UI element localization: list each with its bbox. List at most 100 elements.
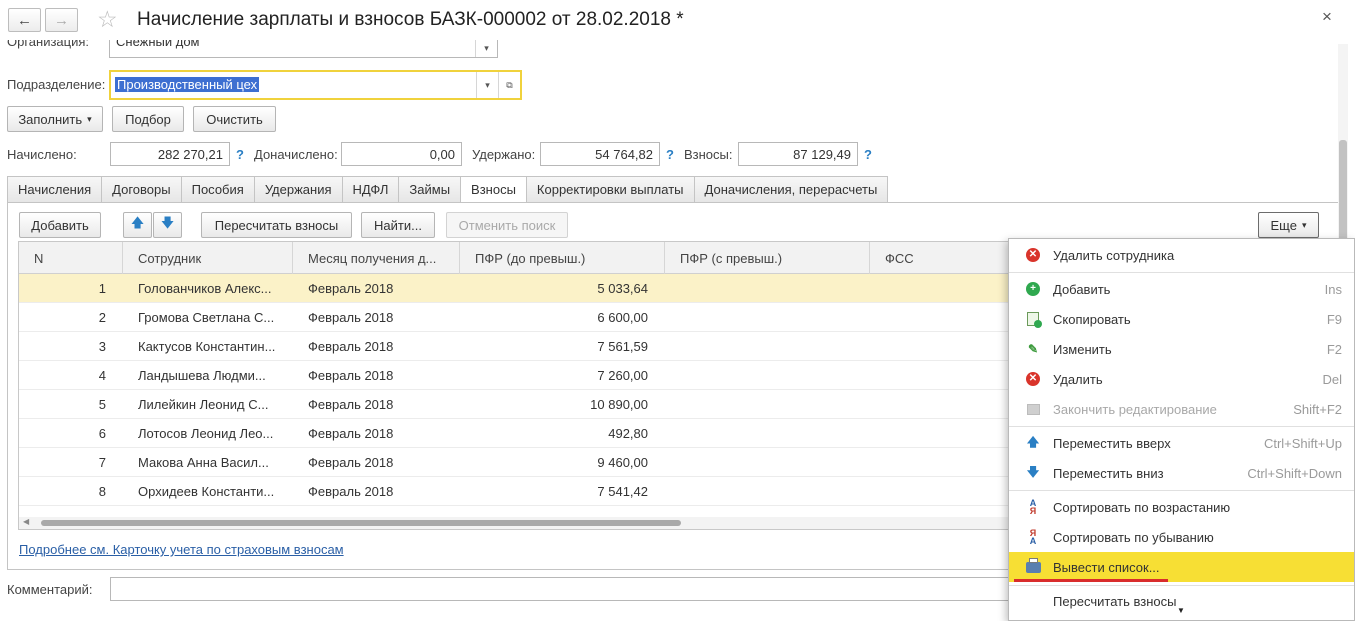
print-list-icon [1025,557,1041,575]
column-header-pfr-above[interactable]: ПФР (с превыш.) [665,242,870,274]
contributions-help-icon[interactable]: ? [864,147,872,162]
organization-field[interactable]: Снежный дом ▾ [109,40,498,58]
move-down-button[interactable]: 🡇 [153,212,182,238]
withheld-label: Удержано: [472,147,536,162]
additional-label: Доначислено: [254,147,338,162]
insurance-card-link[interactable]: Подробнее см. Карточку учета по страховы… [19,542,344,557]
window-title: Начисление зарплаты и взносов БАЗК-00000… [137,9,684,30]
sort-desc-icon: ЯА [1029,528,1037,546]
title-bar: ← → ☆ Начисление зарплаты и взносов БАЗК… [0,0,1355,40]
clear-button[interactable]: Очистить [193,106,276,132]
menu-separator [1009,490,1354,491]
horizontal-scrollbar[interactable]: ◀ [19,517,1017,529]
column-header-pfr-below[interactable]: ПФР (до превыш.) [460,242,665,274]
favorite-star-icon[interactable]: ☆ [97,6,118,33]
copy-icon [1025,311,1042,328]
horizontal-scroll-thumb[interactable] [41,520,681,526]
menu-item-add[interactable]: + Добавить Ins [1009,274,1354,304]
table-row[interactable]: 8 Орхидеев Константи... Февраль 2018 7 5… [19,477,1017,506]
table-row[interactable]: 4 Ландышева Людми... Февраль 2018 7 260,… [19,361,1017,390]
additional-field: 0,00 [341,142,462,166]
tab-contributions[interactable]: Взносы [460,176,526,203]
division-label: Подразделение: [7,77,106,92]
add-button[interactable]: Добавить [19,212,101,238]
delete-icon: ✕ [1025,371,1041,387]
division-field[interactable]: Производственный цех ▾ ⧉ [109,70,522,100]
back-arrow-icon: ← [17,11,32,29]
menu-item-sort-asc[interactable]: АЯ Сортировать по возрастанию [1009,492,1354,522]
end-edit-icon [1025,401,1041,417]
back-button[interactable]: ← [8,8,41,32]
table-row[interactable]: 7 Макова Анна Васил... Февраль 2018 9 46… [19,448,1017,477]
tab-benefits[interactable]: Пособия [180,176,254,203]
menu-item-copy[interactable]: Скопировать F9 [1009,304,1354,334]
comment-field[interactable] [110,577,1010,601]
accrued-label: Начислено: [7,147,77,162]
find-button[interactable]: Найти... [361,212,435,238]
recalc-contributions-button[interactable]: Пересчитать взносы [201,212,352,238]
menu-item-end-edit: Закончить редактирование Shift+F2 [1009,394,1354,424]
tab-recalculations[interactable]: Доначисления, перерасчеты [693,176,889,203]
sort-asc-icon: АЯ [1029,498,1037,516]
more-button[interactable]: Еще ▾ [1258,212,1319,238]
withheld-help-icon[interactable]: ? [666,147,674,162]
more-menu: ✕ Удалить сотрудника + Добавить Ins Скоп… [1008,238,1355,621]
table-row[interactable]: 6 Лотосов Леонид Лео... Февраль 2018 492… [19,419,1017,448]
menu-item-edit[interactable]: ✎ Изменить F2 [1009,334,1354,364]
menu-item-move-up[interactable]: 🡅 Переместить вверх Ctrl+Shift+Up [1009,428,1354,458]
menu-item-delete[interactable]: ✕ Удалить Del [1009,364,1354,394]
remove-employee-icon: ✕ [1025,247,1041,263]
move-down-icon: 🡇 [1026,464,1040,479]
tab-contracts[interactable]: Договоры [101,176,181,203]
table-row[interactable]: 5 Лилейкин Леонид С... Февраль 2018 10 8… [19,390,1017,419]
contributions-label: Взносы: [684,147,733,162]
division-value: Производственный цех [115,77,260,92]
move-up-icon: 🡅 [1026,434,1040,449]
menu-item-move-down[interactable]: 🡇 Переместить вниз Ctrl+Shift+Down [1009,458,1354,488]
tab-accruals[interactable]: Начисления [7,176,102,203]
accrued-help-icon[interactable]: ? [236,147,244,162]
column-header-fss[interactable]: ФСС [870,242,1017,274]
menu-scroll-down-icon[interactable]: ▼ [1177,606,1185,615]
select-button[interactable]: Подбор [112,106,184,132]
edit-icon: ✎ [1027,342,1039,356]
menu-item-sort-desc[interactable]: ЯА Сортировать по убыванию [1009,522,1354,552]
move-up-button[interactable]: 🡅 [123,212,152,238]
scroll-left-icon[interactable]: ◀ [23,517,29,526]
division-open-icon[interactable]: ⧉ [498,72,520,98]
tab-deductions[interactable]: Удержания [253,176,342,203]
fill-button[interactable]: Заполнить ▾ [7,106,103,132]
column-header-employee[interactable]: Сотрудник [123,242,293,274]
menu-item-print-list[interactable]: Вывести список... [1009,552,1354,582]
table-row[interactable]: 3 Кактусов Константин... Февраль 2018 7 … [19,332,1017,361]
arrow-up-icon: 🡅 [130,215,145,230]
organization-label: Организация: [7,40,90,49]
add-icon: + [1025,281,1041,297]
arrow-down-icon: 🡇 [160,215,175,230]
tab-loans[interactable]: Займы [398,176,461,203]
table-header: N Сотрудник Месяц получения д... ПФР (до… [19,242,1017,274]
contributions-table: N Сотрудник Месяц получения д... ПФР (до… [18,241,1018,530]
table-row[interactable]: 1 Голованчиков Алекс... Февраль 2018 5 0… [19,274,1017,303]
menu-separator [1009,426,1354,427]
chevron-down-icon: ▾ [1301,219,1307,230]
organization-dropdown-icon[interactable]: ▾ [475,40,497,57]
tab-payment-corrections[interactable]: Корректировки выплаты [525,176,694,203]
contributions-field: 87 129,49 [738,142,858,166]
tab-ndfl[interactable]: НДФЛ [341,176,399,203]
withheld-field: 54 764,82 [540,142,660,166]
menu-item-remove-employee[interactable]: ✕ Удалить сотрудника [1009,240,1354,270]
accrued-field: 282 270,21 [110,142,230,166]
forward-arrow-icon: → [54,11,69,29]
division-dropdown-icon[interactable]: ▾ [476,72,498,98]
cancel-search-button: Отменить поиск [446,212,568,238]
menu-separator [1009,272,1354,273]
close-icon[interactable]: × [1322,7,1332,27]
comment-label: Комментарий: [7,582,93,597]
forward-button[interactable]: → [45,8,78,32]
table-row[interactable]: 2 Громова Светлана С... Февраль 2018 6 6… [19,303,1017,332]
column-header-n[interactable]: N [19,242,123,274]
column-header-month[interactable]: Месяц получения д... [293,242,460,274]
tab-bar: Начисления Договоры Пособия Удержания НД… [7,176,889,203]
highlight-underline [1014,579,1168,582]
